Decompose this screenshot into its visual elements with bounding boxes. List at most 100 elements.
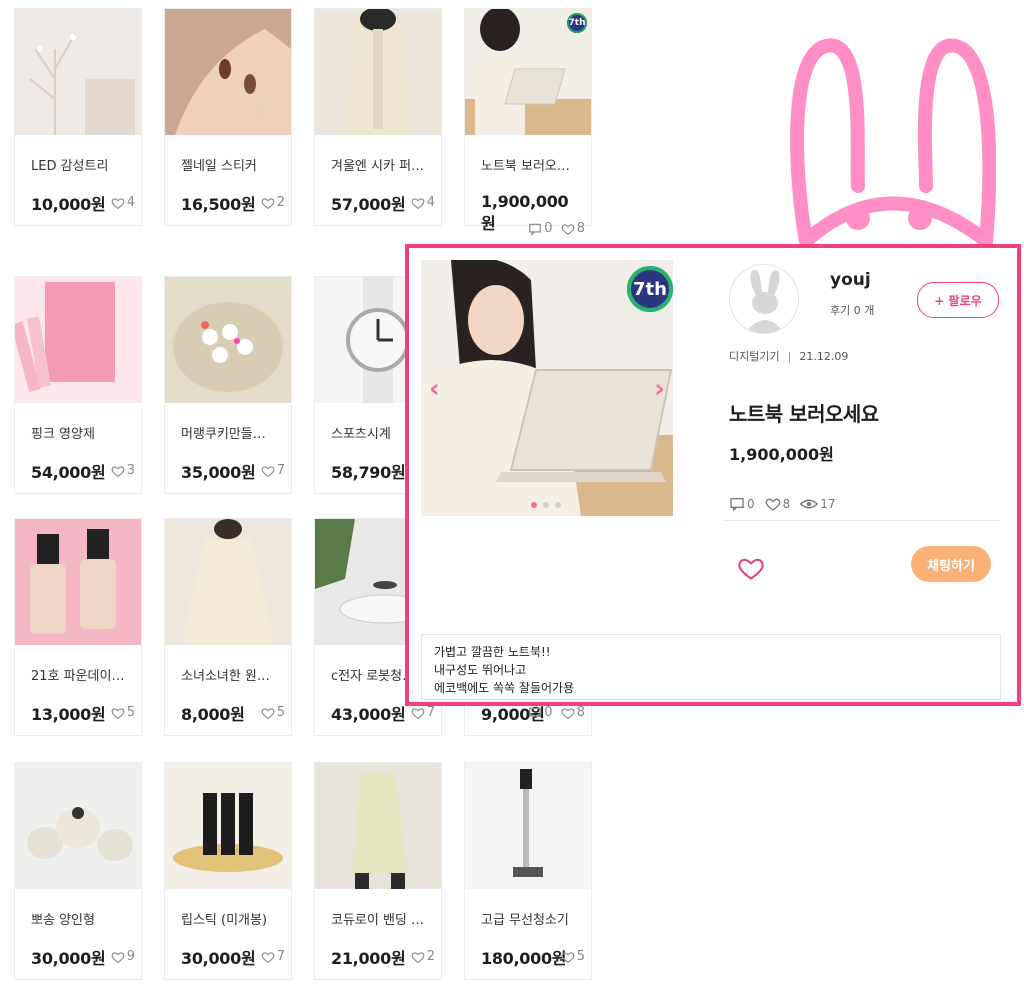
- product-title: LED 감성트리: [31, 159, 109, 174]
- product-title: 젤네일 스티커: [181, 159, 257, 174]
- product-card[interactable]: 고급 무선청소기 180,000원 5: [464, 762, 592, 980]
- product-price: 43,000원: [331, 705, 406, 724]
- product-card[interactable]: 립스틱 (미개봉) 30,000원 7: [164, 762, 292, 980]
- like-count: 5: [261, 705, 285, 720]
- heart-icon: [261, 465, 275, 477]
- product-image: [165, 519, 291, 645]
- seventh-badge-icon: 7th: [627, 266, 673, 312]
- product-image: [15, 519, 141, 645]
- like-count: 4: [411, 195, 435, 210]
- product-stats: 0 8: [528, 705, 585, 720]
- like-heart-icon[interactable]: [737, 554, 765, 582]
- product-image: [165, 763, 291, 889]
- product-title: 립스틱 (미개봉): [181, 913, 268, 928]
- product-price: 1,900,000원: [729, 445, 834, 464]
- heart-icon: [111, 197, 125, 209]
- product-title: 겨울엔 시카 퍼…: [331, 159, 425, 174]
- product-card[interactable]: 코듀로이 밴딩 … 21,000원 2: [314, 762, 442, 980]
- chevron-right-icon[interactable]: ›: [654, 374, 665, 404]
- seventh-badge-icon: 7th: [567, 13, 587, 33]
- product-card[interactable]: 겨울엔 시카 퍼… 57,000원 4: [314, 8, 442, 226]
- eye-icon: [800, 499, 819, 509]
- product-price: 180,000원: [481, 949, 567, 968]
- product-image: [165, 277, 291, 403]
- product-image: [15, 277, 141, 403]
- product-title: 고급 무선청소기: [481, 913, 569, 928]
- product-stats: 0 8: [528, 221, 585, 236]
- product-title: 머랭쿠키만들…: [181, 427, 266, 442]
- product-title: 코듀로이 밴딩 …: [331, 913, 425, 928]
- divider: [723, 520, 999, 521]
- product-price: 16,500원: [181, 195, 256, 214]
- heart-icon: [411, 707, 425, 719]
- product-title: 21호 파운데이…: [31, 669, 125, 684]
- product-price: 8,000원: [181, 705, 245, 724]
- product-image: [165, 9, 291, 135]
- comment-icon: [529, 707, 542, 716]
- heart-icon: [411, 197, 425, 209]
- product-card[interactable]: 소녀소녀한 원… 8,000원 5: [164, 518, 292, 736]
- product-card[interactable]: 핑크 영양제 54,000원 3: [14, 276, 142, 494]
- like-count: 2: [261, 195, 285, 210]
- heart-icon: [765, 498, 780, 511]
- heart-icon: [411, 951, 425, 963]
- like-count: 5: [111, 705, 135, 720]
- heart-icon: [261, 707, 275, 719]
- like-count: 4: [111, 195, 135, 210]
- product-title: 노트북 보러오…: [481, 159, 570, 174]
- like-count: 9: [111, 949, 135, 964]
- heart-icon: [561, 707, 575, 719]
- heart-icon: [111, 707, 125, 719]
- product-price: 13,000원: [31, 705, 106, 724]
- product-image-carousel[interactable]: 7th ‹ ›: [421, 260, 673, 516]
- carousel-dot[interactable]: [543, 502, 549, 508]
- product-price: 57,000원: [331, 195, 406, 214]
- seller-name[interactable]: youj: [830, 270, 871, 290]
- like-count: 5: [561, 949, 585, 964]
- category-date: 디지털기기 | 21.12.09: [729, 350, 849, 363]
- product-image: [15, 763, 141, 889]
- product-card[interactable]: 21호 파운데이… 13,000원 5: [14, 518, 142, 736]
- product-image: [15, 9, 141, 135]
- follow-button[interactable]: + 팔로우: [917, 282, 999, 318]
- like-count: 7: [261, 463, 285, 478]
- product-title: 소녀소녀한 원…: [181, 669, 270, 684]
- carousel-dot[interactable]: [555, 502, 561, 508]
- avatar[interactable]: [729, 264, 799, 334]
- product-card[interactable]: 젤네일 스티커 16,500원 2: [164, 8, 292, 226]
- product-card[interactable]: LED 감성트리 10,000원 4: [14, 8, 142, 226]
- product-image: [315, 9, 441, 135]
- product-image: [315, 763, 441, 889]
- product-title: 노트북 보러오세요: [729, 402, 879, 426]
- product-card[interactable]: 7th 노트북 보러오… 1,900,000 원 0 8: [464, 8, 592, 236]
- product-price: 58,790원: [331, 463, 406, 482]
- like-count: 3: [111, 463, 135, 478]
- product-stats: 0 8 17: [729, 496, 842, 512]
- like-count: 7: [411, 705, 435, 720]
- bunny-ears-icon: [790, 38, 996, 246]
- product-title: 핑크 영양제: [31, 427, 95, 442]
- product-price: 10,000원: [31, 195, 106, 214]
- product-price: 21,000원: [331, 949, 406, 968]
- like-count: 7: [261, 949, 285, 964]
- product-card[interactable]: 머랭쿠키만들… 35,000원 7: [164, 276, 292, 494]
- heart-icon: [261, 197, 275, 209]
- product-title: 뽀송 양인형: [31, 913, 95, 928]
- product-description: 가볍고 깔끔한 노트북!! 내구성도 뛰어나고 에코백에도 쏙쏙 잘들어가용: [421, 634, 1001, 700]
- heart-icon: [561, 223, 575, 235]
- comment-icon: [730, 498, 744, 512]
- chevron-left-icon[interactable]: ‹: [429, 374, 440, 404]
- posted-date: 21.12.09: [799, 350, 849, 363]
- chat-button[interactable]: 채팅하기: [911, 546, 991, 582]
- like-count: 2: [411, 949, 435, 964]
- category-label[interactable]: 디지털기기: [729, 350, 780, 363]
- review-count: 후기 0 개: [830, 304, 875, 317]
- product-image: 7th: [465, 9, 591, 135]
- product-image: [465, 763, 591, 889]
- heart-icon: [111, 951, 125, 963]
- carousel-dot[interactable]: [531, 502, 537, 508]
- product-card[interactable]: 뽀송 양인형 30,000원 9: [14, 762, 142, 980]
- heart-icon: [561, 951, 575, 963]
- heart-icon: [261, 951, 275, 963]
- product-price: 35,000원: [181, 463, 256, 482]
